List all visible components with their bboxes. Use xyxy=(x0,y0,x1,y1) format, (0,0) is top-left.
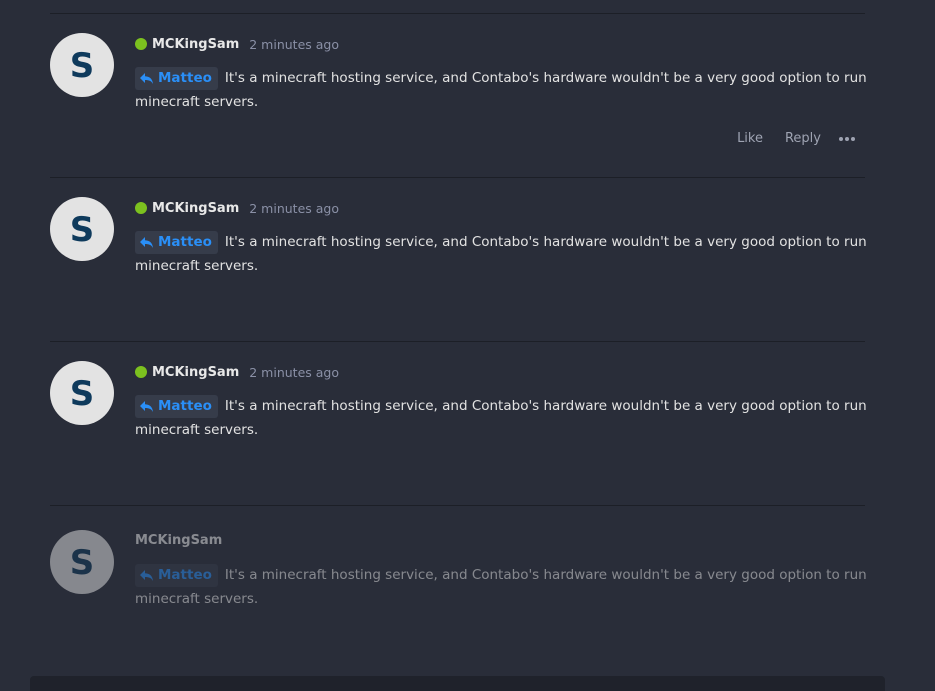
comment-text: It's a minecraft hosting service, and Co… xyxy=(135,567,867,607)
username[interactable]: MCKingSam xyxy=(152,201,239,216)
comment-body: Matteo It's a minecraft hosting service,… xyxy=(135,395,870,442)
comment-header: MCKingSam 2 minutes ago xyxy=(135,362,339,382)
online-status-icon xyxy=(135,366,147,378)
comment-header: MCKingSam 2 minutes ago xyxy=(135,198,339,218)
comment-body: Matteo It's a minecraft hosting service,… xyxy=(135,67,870,114)
divider xyxy=(50,177,865,178)
comment-text: It's a minecraft hosting service, and Co… xyxy=(135,398,867,438)
quote-user: Matteo xyxy=(158,69,212,86)
avatar-letter-s-icon: S xyxy=(70,47,95,83)
quote-user: Matteo xyxy=(158,397,212,414)
comment-thread: S MCKingSam 2 minutes ago Matteo It's a … xyxy=(0,0,935,691)
quote-mention-link[interactable]: Matteo xyxy=(135,231,218,254)
svg-text:S: S xyxy=(70,211,95,247)
quote-user: Matteo xyxy=(158,233,212,250)
avatar[interactable]: S xyxy=(50,197,114,261)
comment-header: MCKingSam 2 minutes ago xyxy=(135,34,339,54)
quote-user: Matteo xyxy=(158,566,212,583)
comment-pending: S MCKingSam Matteo It's a minecraft host… xyxy=(50,530,867,660)
online-status-icon xyxy=(135,38,147,50)
ellipsis-icon[interactable] xyxy=(839,136,855,141)
avatar-letter-s-icon: S xyxy=(70,211,95,247)
quote-mention-link[interactable]: Matteo xyxy=(135,564,218,587)
username[interactable]: MCKingSam xyxy=(152,365,239,380)
username[interactable]: MCKingSam xyxy=(135,533,222,548)
avatar-letter-s-icon: S xyxy=(70,375,95,411)
reply-button[interactable]: Reply xyxy=(785,131,821,146)
comment-actions: Like Reply xyxy=(715,131,855,146)
quote-mention-link[interactable]: Matteo xyxy=(135,67,218,90)
timestamp[interactable]: 2 minutes ago xyxy=(249,365,339,380)
timestamp[interactable]: 2 minutes ago xyxy=(249,37,339,52)
timestamp[interactable]: 2 minutes ago xyxy=(249,201,339,216)
reply-editor-panel xyxy=(30,676,885,691)
comment-text: It's a minecraft hosting service, and Co… xyxy=(135,234,867,274)
like-button[interactable]: Like xyxy=(737,131,763,146)
svg-text:S: S xyxy=(70,47,95,83)
comment-header: MCKingSam xyxy=(135,530,222,550)
username[interactable]: MCKingSam xyxy=(152,37,239,52)
comment: S MCKingSam 2 minutes ago Matteo It's a … xyxy=(50,197,867,327)
reply-arrow-icon xyxy=(140,237,153,248)
divider xyxy=(50,505,865,506)
avatar[interactable]: S xyxy=(50,361,114,425)
comment-body: Matteo It's a minecraft hosting service,… xyxy=(135,564,870,611)
reply-arrow-icon xyxy=(140,570,153,581)
quote-mention-link[interactable]: Matteo xyxy=(135,395,218,418)
avatar-letter-s-icon: S xyxy=(70,544,95,580)
divider xyxy=(50,13,865,14)
comment-body: Matteo It's a minecraft hosting service,… xyxy=(135,231,870,278)
comment: S MCKingSam 2 minutes ago Matteo It's a … xyxy=(50,361,867,491)
avatar[interactable]: S xyxy=(50,33,114,97)
reply-arrow-icon xyxy=(140,401,153,412)
reply-arrow-icon xyxy=(140,73,153,84)
comment-text: It's a minecraft hosting service, and Co… xyxy=(135,70,867,110)
divider xyxy=(50,341,865,342)
comment: S MCKingSam 2 minutes ago Matteo It's a … xyxy=(50,33,867,163)
svg-text:S: S xyxy=(70,544,95,580)
online-status-icon xyxy=(135,202,147,214)
svg-text:S: S xyxy=(70,375,95,411)
avatar[interactable]: S xyxy=(50,530,114,594)
